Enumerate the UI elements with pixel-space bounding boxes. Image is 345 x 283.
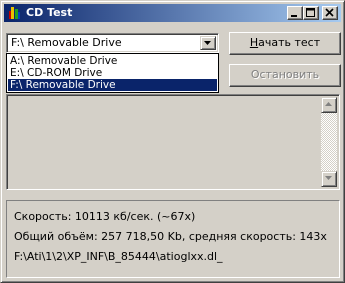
cd-test-window: CD Test F:\ Removable Drive A:\ Removabl… — [0, 0, 345, 283]
total-status: Общий объём: 257 718,50 Kb, средняя скор… — [14, 230, 327, 243]
drive-select-value: F:\ Removable Drive — [11, 36, 122, 49]
drive-select-dropdown-button[interactable] — [200, 36, 216, 50]
log-area[interactable] — [6, 94, 340, 190]
title-bar[interactable]: CD Test — [4, 4, 341, 22]
maximize-button[interactable] — [303, 6, 319, 20]
cd-test-app-icon[interactable] — [7, 5, 23, 21]
drive-dropdown-list: A:\ Removable Drive E:\ CD-ROM Drive F:\… — [6, 53, 219, 93]
start-test-label: ачать тест — [258, 36, 321, 49]
window-title: CD Test — [26, 6, 73, 19]
start-test-mnemonic: Н — [249, 36, 259, 49]
arrow-up-icon — [325, 102, 332, 106]
log-scrollbar[interactable] — [321, 97, 337, 187]
minimize-button[interactable] — [287, 6, 303, 20]
drive-option-selected[interactable]: F:\ Removable Drive — [8, 79, 217, 91]
close-button[interactable] — [322, 6, 338, 20]
stop-button[interactable]: Остановить — [229, 64, 341, 87]
scroll-down-button[interactable] — [321, 171, 337, 187]
current-file-status: F:\Ati\1\2\XP_INF\B_85444\atioglxx.dl_ — [14, 250, 223, 263]
start-test-button[interactable]: Начать тест — [229, 32, 341, 55]
minimize-icon — [291, 15, 297, 17]
scroll-up-button[interactable] — [321, 97, 337, 113]
speed-status: Скорость: 10113 кб/сек. (~67x) — [14, 210, 196, 223]
drive-select[interactable]: F:\ Removable Drive — [6, 33, 219, 53]
drive-option[interactable]: E:\ CD-ROM Drive — [8, 67, 217, 79]
arrow-down-icon — [325, 176, 332, 180]
maximize-icon — [306, 8, 315, 17]
close-icon — [325, 8, 334, 17]
stop-button-label: Остановить — [250, 68, 320, 81]
status-panel: Скорость: 10113 кб/сек. (~67x) Общий объ… — [6, 200, 340, 278]
chevron-down-icon — [204, 41, 211, 45]
drive-option[interactable]: A:\ Removable Drive — [8, 55, 217, 67]
